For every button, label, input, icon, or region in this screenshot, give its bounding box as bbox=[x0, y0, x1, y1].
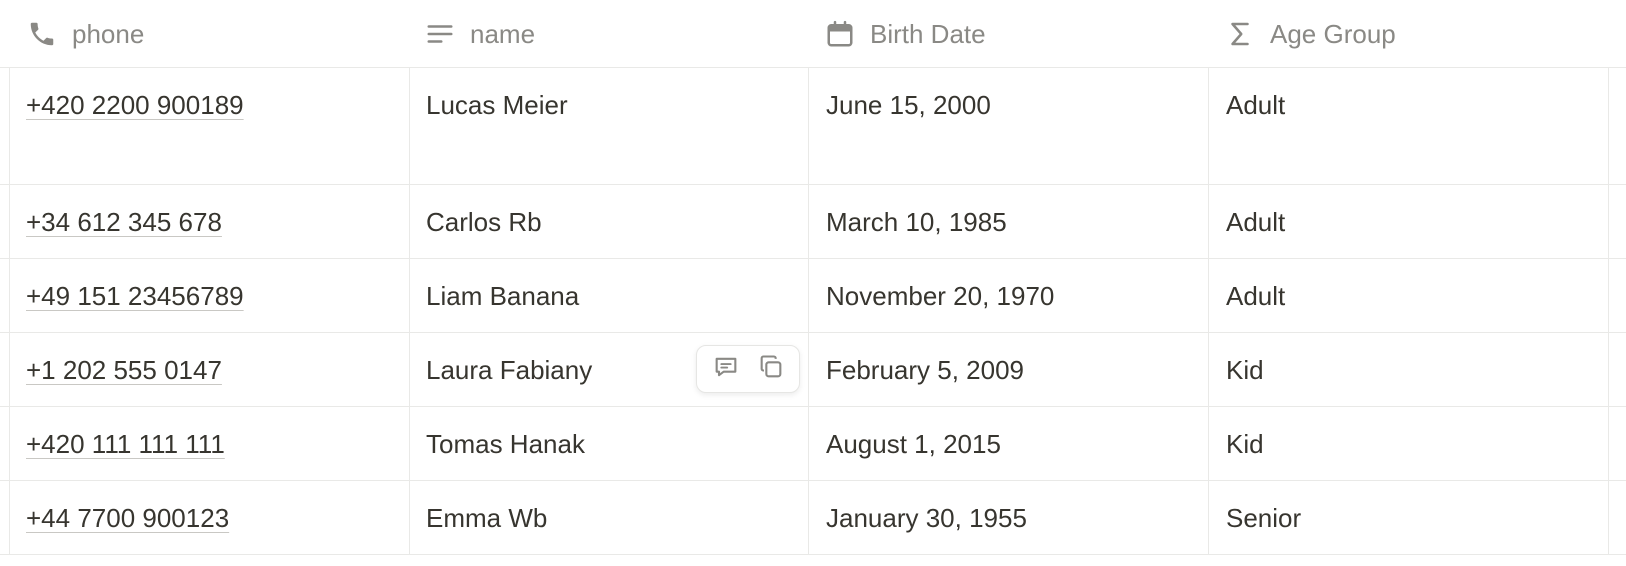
database-table: phone name Birth Date Age Group +420 220… bbox=[0, 0, 1626, 566]
table-row[interactable]: +1 202 555 0147 Laura Fabiany February 5… bbox=[0, 333, 1626, 407]
column-header-phone[interactable]: phone bbox=[26, 0, 144, 68]
age-group-cell: Adult bbox=[1226, 89, 1286, 120]
age-group-cell: Kid bbox=[1226, 428, 1264, 459]
table-row[interactable]: +420 2200 900189 Lucas Meier June 15, 20… bbox=[0, 68, 1626, 185]
table-row[interactable]: +44 7700 900123 Emma Wb January 30, 1955… bbox=[0, 481, 1626, 555]
phone-link[interactable]: +420 111 111 111 bbox=[26, 429, 225, 460]
phone-cell[interactable]: +420 111 111 111 bbox=[26, 407, 225, 481]
birth-date-cell[interactable]: March 10, 1985 bbox=[826, 185, 1007, 259]
column-header-label: Birth Date bbox=[870, 18, 986, 49]
sigma-formula-icon bbox=[1224, 18, 1256, 50]
birth-date-cell[interactable]: June 15, 2000 bbox=[826, 68, 991, 142]
name-cell[interactable]: Liam Banana bbox=[426, 259, 579, 333]
column-header-label: phone bbox=[72, 18, 145, 49]
name-cell[interactable]: Tomas Hanak bbox=[426, 407, 585, 481]
duplicate-icon bbox=[757, 353, 785, 386]
column-header-name[interactable]: name bbox=[424, 0, 535, 68]
name-cell[interactable]: Lucas Meier bbox=[426, 68, 568, 142]
birth-date-cell[interactable]: February 5, 2009 bbox=[826, 333, 1024, 407]
duplicate-button[interactable] bbox=[751, 349, 791, 389]
table-row[interactable]: +49 151 23456789 Liam Banana November 20… bbox=[0, 259, 1626, 333]
age-group-cell: Kid bbox=[1226, 354, 1264, 385]
table-row[interactable]: +34 612 345 678 Carlos Rb March 10, 1985… bbox=[0, 185, 1626, 259]
birth-date-cell[interactable]: November 20, 1970 bbox=[826, 259, 1054, 333]
phone-cell[interactable]: +44 7700 900123 bbox=[26, 481, 229, 555]
calendar-icon bbox=[824, 18, 856, 50]
phone-link[interactable]: +420 2200 900189 bbox=[26, 90, 244, 121]
name-cell[interactable]: Laura Fabiany bbox=[426, 333, 592, 407]
phone-cell[interactable]: +420 2200 900189 bbox=[26, 68, 244, 142]
birth-date-cell[interactable]: August 1, 2015 bbox=[826, 407, 1001, 481]
table-header: phone name Birth Date Age Group bbox=[0, 0, 1626, 68]
phone-icon bbox=[26, 18, 58, 50]
age-group-cell: Adult bbox=[1226, 280, 1286, 311]
phone-cell[interactable]: +1 202 555 0147 bbox=[26, 333, 222, 407]
age-group-cell: Senior bbox=[1226, 502, 1302, 533]
name-cell[interactable]: Emma Wb bbox=[426, 481, 547, 555]
phone-link[interactable]: +44 7700 900123 bbox=[26, 503, 229, 534]
birth-date-cell[interactable]: January 30, 1955 bbox=[826, 481, 1027, 555]
phone-link[interactable]: +49 151 23456789 bbox=[26, 281, 244, 312]
phone-link[interactable]: +1 202 555 0147 bbox=[26, 355, 222, 386]
comment-icon bbox=[712, 353, 740, 386]
cell-hover-toolbar bbox=[696, 345, 800, 393]
phone-cell[interactable]: +34 612 345 678 bbox=[26, 185, 222, 259]
column-header-age-group[interactable]: Age Group bbox=[1224, 0, 1396, 68]
column-header-label: name bbox=[470, 18, 536, 49]
column-header-birth-date[interactable]: Birth Date bbox=[824, 0, 986, 68]
table-row[interactable]: +420 111 111 111 Tomas Hanak August 1, 2… bbox=[0, 407, 1626, 481]
column-header-label: Age Group bbox=[1270, 18, 1396, 49]
phone-link[interactable]: +34 612 345 678 bbox=[26, 207, 222, 238]
comment-button[interactable] bbox=[706, 349, 746, 389]
name-cell[interactable]: Carlos Rb bbox=[426, 185, 542, 259]
age-group-cell: Adult bbox=[1226, 206, 1286, 237]
phone-cell[interactable]: +49 151 23456789 bbox=[26, 259, 244, 333]
text-lines-icon bbox=[424, 18, 456, 50]
